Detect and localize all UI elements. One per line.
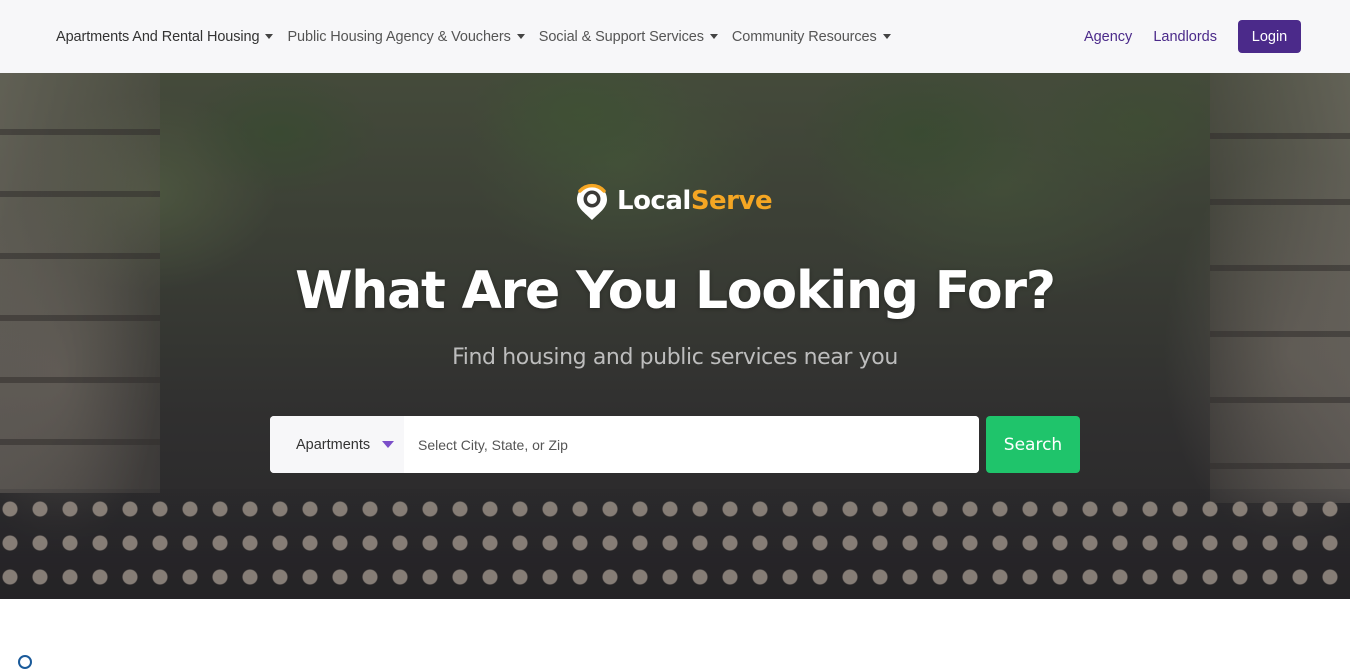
search-button[interactable]: Search — [986, 416, 1080, 473]
hero-subtitle: Find housing and public services near yo… — [452, 345, 898, 370]
menu-label: Social & Support Services — [538, 28, 704, 45]
account-links: Agency Landlords Login — [1084, 0, 1301, 73]
caret-down-icon — [882, 34, 891, 39]
location-search-input[interactable] — [404, 416, 979, 473]
logo-word-serve: Serve — [690, 186, 773, 216]
location-pin-icon — [577, 183, 607, 220]
menu-label: Public Housing Agency & Vouchers — [287, 28, 511, 45]
caret-down-icon — [516, 34, 525, 39]
landlords-link[interactable]: Landlords — [1153, 29, 1217, 45]
localserve-logo[interactable]: LocalServe — [574, 181, 773, 221]
hero-overlay — [0, 73, 1350, 599]
logo-word-local: Local — [617, 186, 691, 216]
caret-down-icon — [382, 441, 395, 448]
listing-type-value: Apartments — [296, 436, 371, 453]
hero-banner: LocalServe What Are You Looking For? Fin… — [0, 73, 1350, 599]
caret-down-icon — [265, 34, 274, 39]
menu-social-support-services[interactable]: Social & Support Services — [539, 29, 718, 45]
login-button[interactable]: Login — [1238, 20, 1301, 53]
primary-menu: Apartments And Rental Housing Public Hou… — [56, 0, 905, 73]
hero-title: What Are You Looking For? — [295, 261, 1056, 321]
logo-wordmark: LocalServe — [617, 186, 773, 216]
partial-icon — [18, 655, 32, 669]
top-navbar: Apartments And Rental Housing Public Hou… — [0, 0, 1350, 73]
menu-public-housing-vouchers[interactable]: Public Housing Agency & Vouchers — [287, 28, 525, 45]
menu-label: Apartments And Rental Housing — [56, 28, 260, 45]
caret-down-icon — [709, 34, 718, 39]
search-bar: Apartments — [270, 416, 979, 473]
menu-community-resources[interactable]: Community Resources — [732, 29, 891, 45]
menu-apartments-rental-housing[interactable]: Apartments And Rental Housing — [56, 28, 274, 45]
listing-type-select[interactable]: Apartments — [270, 416, 404, 473]
menu-label: Community Resources — [731, 28, 877, 45]
agency-link[interactable]: Agency — [1084, 29, 1132, 45]
